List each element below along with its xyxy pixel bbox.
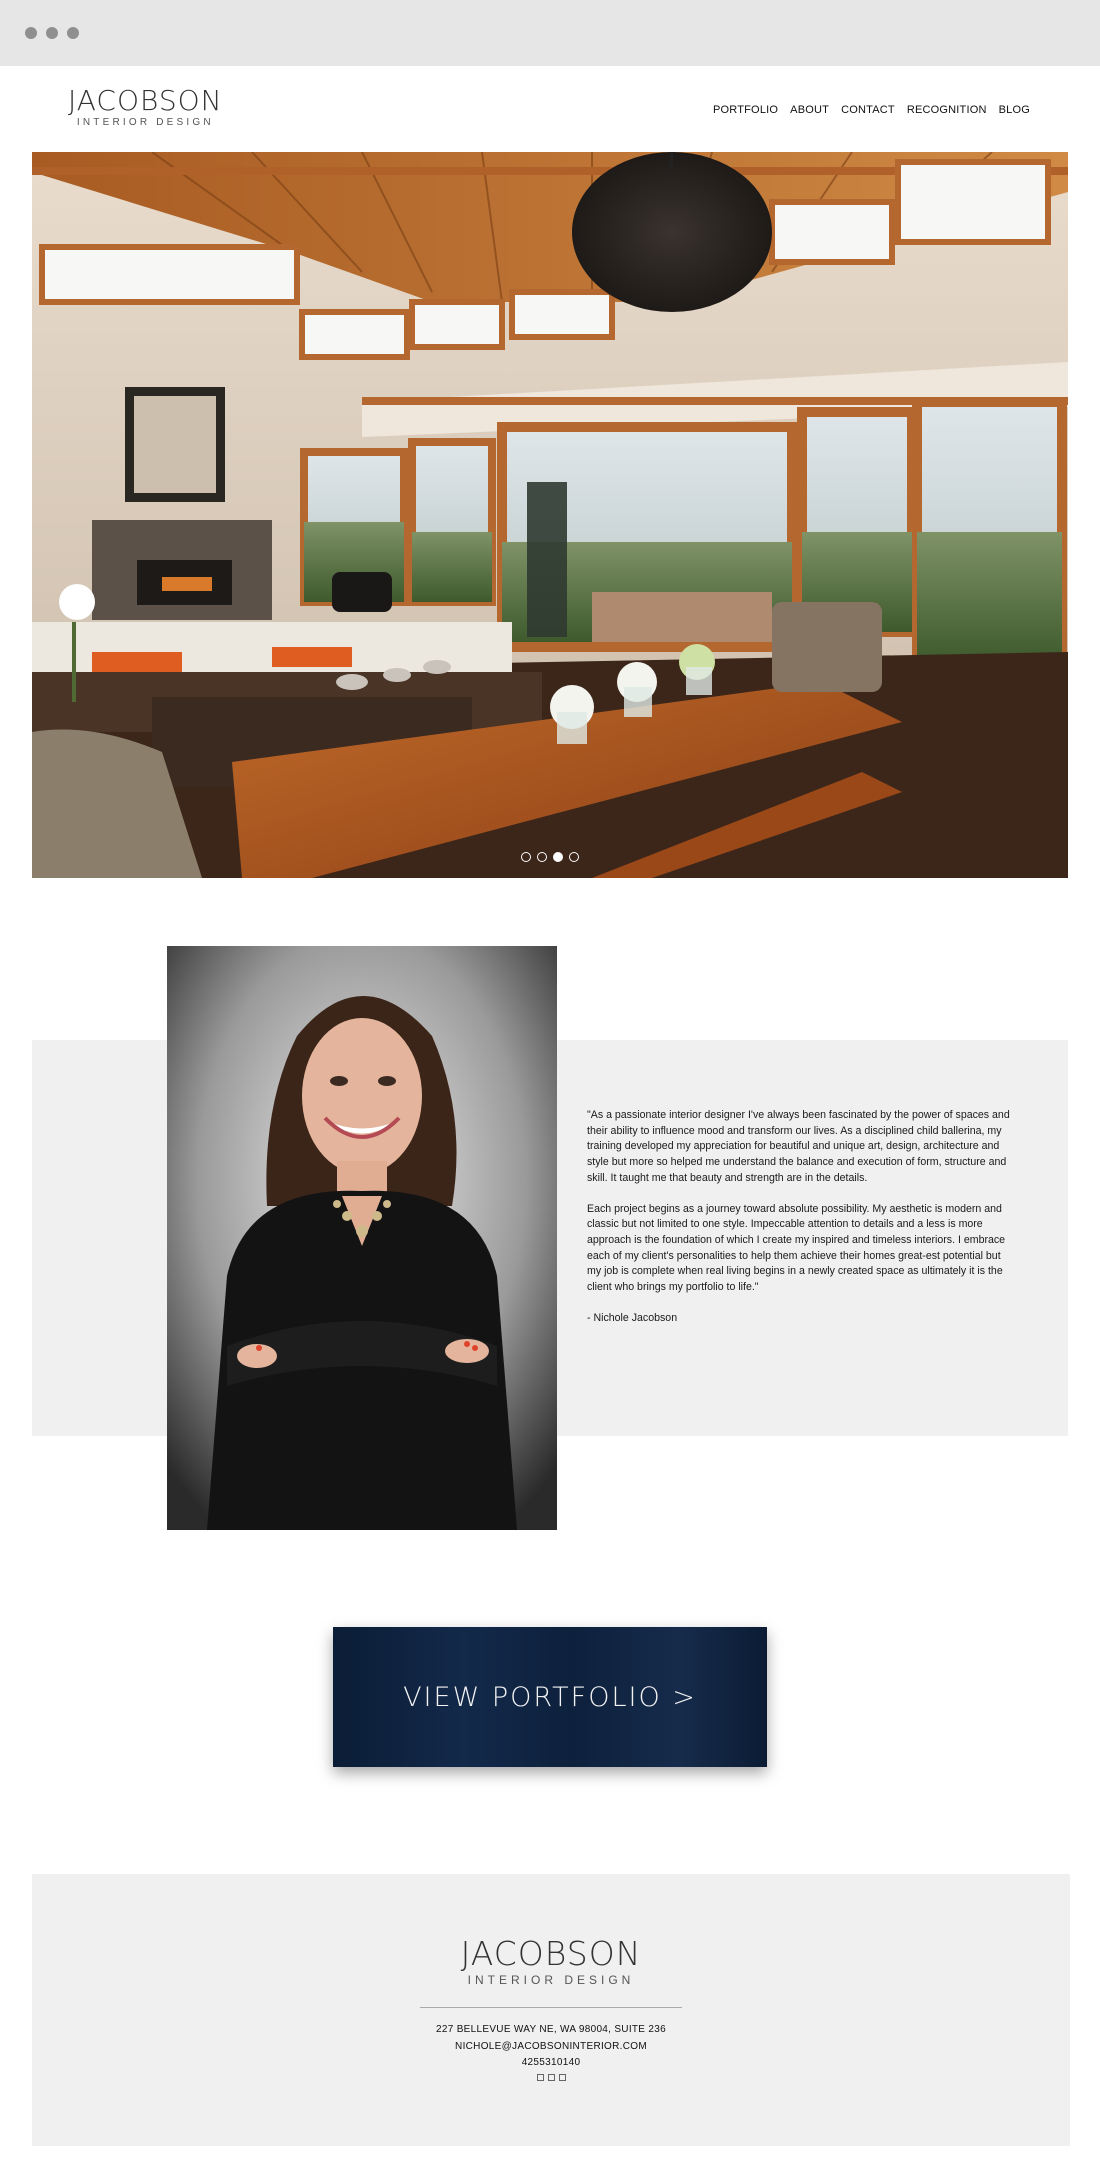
carousel-dot-3[interactable] (553, 852, 563, 862)
quote-paragraph-2: Each project begins as a journey toward … (587, 1202, 1006, 1294)
designer-portrait-photo (167, 946, 557, 1530)
quote-signature: - Nichole Jacobson (587, 1311, 678, 1324)
carousel-indicators (32, 852, 1068, 862)
portrait-image (167, 946, 557, 1530)
site-header: JACOBSON INTERIOR DESIGN PORTFOLIO ABOUT… (0, 66, 1100, 152)
carousel-dot-1[interactable] (521, 852, 531, 862)
footer-logo-tagline: INTERIOR DESIGN (467, 1973, 635, 1987)
browser-title-bar (0, 0, 1100, 66)
carousel-dot-4[interactable] (569, 852, 579, 862)
social-icon-2[interactable] (547, 2073, 555, 2081)
close-window-dot[interactable] (25, 27, 37, 39)
social-links (32, 2073, 1070, 2081)
social-icon-1[interactable] (536, 2073, 544, 2081)
footer-address: 227 BELLEVUE WAY NE, WA 98004, SUITE 236 (436, 2024, 666, 2035)
footer-phone[interactable]: 4255310140 (32, 2055, 1070, 2072)
carousel-dot-2[interactable] (537, 852, 547, 862)
hero-slideshow[interactable] (32, 152, 1068, 878)
window-controls (25, 27, 79, 39)
nav-contact[interactable]: CONTACT (841, 104, 895, 116)
footer-divider (420, 2007, 682, 2008)
nav-about[interactable]: ABOUT (790, 104, 829, 116)
minimize-window-dot[interactable] (46, 27, 58, 39)
footer-email-link[interactable]: NICHOLE@JACOBSONINTERIOR.COM (32, 2039, 1070, 2056)
logo-name: JACOBSON (68, 84, 223, 117)
view-portfolio-label: VIEW PORTFOLIO > (403, 1681, 697, 1713)
view-portfolio-button[interactable]: VIEW PORTFOLIO > (333, 1627, 767, 1767)
maximize-window-dot[interactable] (67, 27, 79, 39)
main-nav: PORTFOLIO ABOUT CONTACT RECOGNITION BLOG (713, 104, 1030, 116)
quote-paragraph-1: "As a passionate interior designer I've … (587, 1109, 1010, 1184)
hero-interior-photo (32, 152, 1068, 878)
site-logo[interactable]: JACOBSON INTERIOR DESIGN (68, 84, 223, 129)
footer-contact-info: 227 BELLEVUE WAY NE, WA 98004, SUITE 236… (32, 2022, 1070, 2081)
about-quote: "As a passionate interior designer I've … (587, 1108, 1012, 1341)
footer-logo[interactable]: JACOBSON INTERIOR DESIGN (32, 1934, 1070, 1988)
site-footer: JACOBSON INTERIOR DESIGN 227 BELLEVUE WA… (32, 1874, 1070, 2146)
social-icon-3[interactable] (558, 2073, 566, 2081)
nav-recognition[interactable]: RECOGNITION (907, 104, 987, 116)
footer-logo-name: JACOBSON (460, 1934, 642, 1973)
nav-portfolio[interactable]: PORTFOLIO (713, 104, 778, 116)
logo-tagline: INTERIOR DESIGN (76, 117, 214, 128)
nav-blog[interactable]: BLOG (999, 104, 1030, 116)
